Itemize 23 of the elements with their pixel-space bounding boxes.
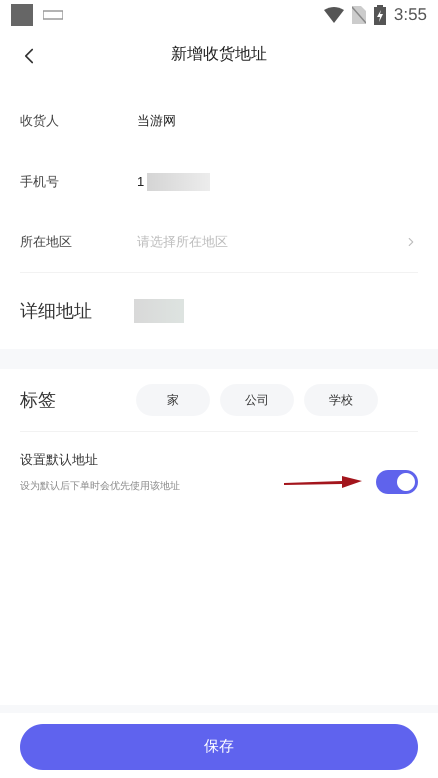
field-label: 收货人 (20, 112, 60, 130)
keyboard-icon (43, 10, 63, 20)
default-address-hint: 设为默认后下单时会优先使用该地址 (20, 480, 181, 494)
notification-square-icon (11, 4, 33, 26)
field-label: 详细地址 (20, 300, 93, 322)
tag-chip[interactable]: 家 (136, 384, 210, 416)
tag-chip[interactable]: 公司 (220, 384, 294, 416)
tag-chip[interactable]: 学校 (304, 384, 378, 416)
tags-label: 标签 (20, 388, 57, 412)
save-button[interactable]: 保存 (20, 724, 418, 770)
wifi-icon (324, 7, 344, 23)
battery-charging-icon (374, 5, 386, 25)
field-label: 所在地区 (20, 233, 73, 252)
field-label: 手机号 (20, 173, 60, 192)
redaction-block (147, 173, 210, 191)
page-title: 新增收货地址 (171, 44, 267, 65)
default-address-toggle[interactable] (376, 470, 418, 494)
default-address-title: 设置默认地址 (20, 450, 99, 469)
no-sim-icon (352, 6, 366, 24)
status-time: 3:55 (394, 4, 427, 26)
phone-field[interactable]: 1 (137, 172, 144, 192)
recipient-field[interactable]: 当游网 (137, 111, 176, 131)
redaction-block (134, 299, 184, 323)
